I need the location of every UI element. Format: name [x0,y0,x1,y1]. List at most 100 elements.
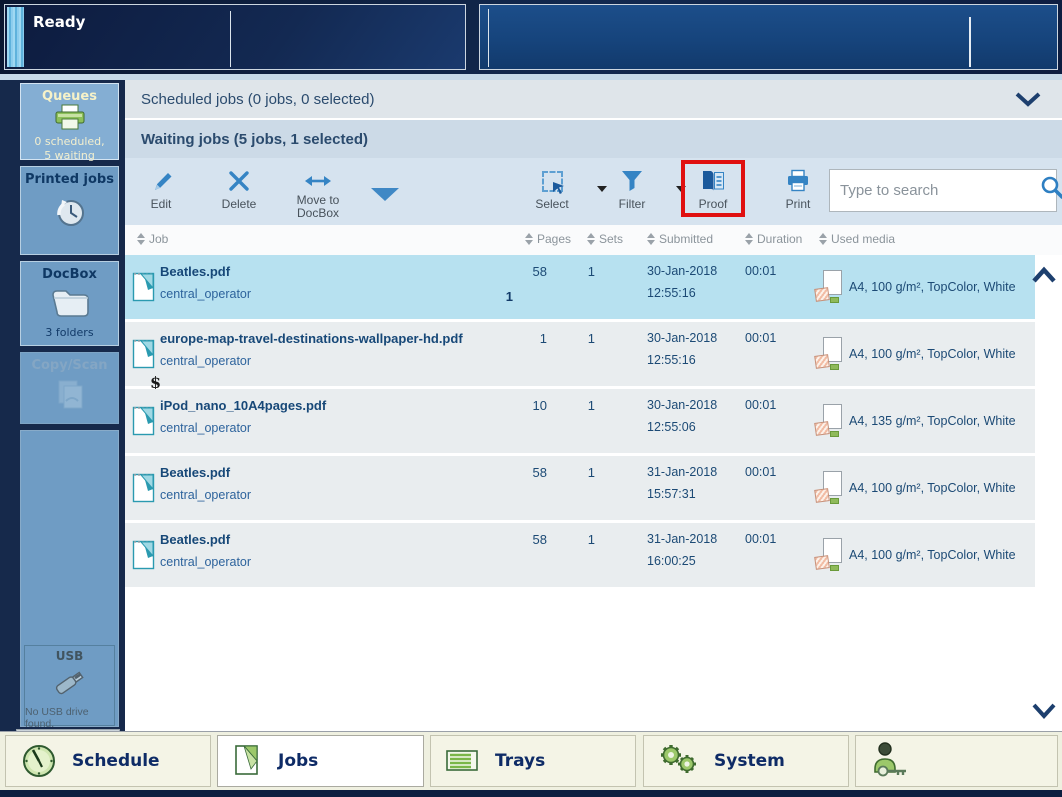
proof-highlight-annotation [681,160,745,217]
tab-login[interactable] [855,735,1058,787]
filter-button[interactable]: Filter [604,168,660,211]
job-document-icon: $ [132,272,155,307]
sidebar-item-printed-jobs[interactable]: Printed jobs [20,166,119,255]
search-input[interactable] [840,182,1039,199]
column-header-sets[interactable]: Sets [587,232,623,246]
column-header-submitted[interactable]: Submitted [647,232,713,246]
sidebar-item-docbox[interactable]: DocBox 3 folders [20,261,119,346]
job-duration: 00:01 [745,264,777,278]
job-pages: 58 [532,532,547,547]
folder-icon [50,286,90,322]
scheduled-jobs-title: Scheduled jobs (0 jobs, 0 selected) [141,90,375,108]
select-label: Select [535,197,569,211]
job-row[interactable]: $ europe-map-travel-destinations-wallpap… [125,322,1035,392]
media-swatch-icon [814,354,830,369]
job-owner: central_operator [160,354,252,368]
sidebar-item-queues[interactable]: Queues 0 scheduled, 5 waiting [20,83,119,162]
job-submitted-date: 30-Jan-2018 [647,331,718,345]
docbox-count: 3 folders [45,326,94,339]
column-header-pages[interactable]: Pages [525,232,571,246]
top-status-bar: Ready [0,0,1062,74]
column-header-used-media[interactable]: Used media [819,232,895,246]
printed-jobs-label: Printed jobs [25,172,114,187]
job-pages: 58 [532,264,547,279]
media-swatch-icon [814,555,830,570]
move-arrows-icon [285,172,351,190]
column-header-job[interactable]: Job [137,232,168,246]
job-owner: central_operator [160,421,252,435]
job-duration: 00:01 [745,398,777,412]
schedule-clock-icon [20,742,58,780]
job-sets: 1 [587,331,595,346]
job-document-icon: $ [132,339,161,392]
usb-label: USB [55,649,84,663]
job-printed-sets: 1 [505,289,513,304]
job-pages: 1 [539,331,547,346]
media-swatch-icon [814,287,830,302]
delete-button[interactable]: Delete [211,168,267,211]
scroll-up-icon[interactable] [1031,266,1057,289]
search-icon[interactable] [1039,175,1062,206]
waiting-jobs-header[interactable]: Waiting jobs (5 jobs, 1 selected) [125,120,1062,158]
job-used-media: A4, 135 g/m², TopColor, White [849,414,1016,428]
job-pages: 58 [532,465,547,480]
jobs-toolbar: Edit Delete Move to DocBox Select Filter… [125,158,1062,225]
media-icon [814,270,842,303]
sort-icon [137,233,145,245]
machine-status-panel: Ready [4,4,466,70]
message-panel [479,4,1058,70]
move-to-docbox-button[interactable]: Move to DocBox [285,172,351,220]
toolbar-expander-triangle[interactable] [371,188,399,201]
docbox-label: DocBox [42,267,97,282]
job-duration: 00:01 [745,465,777,479]
tab-jobs[interactable]: Jobs [217,735,424,787]
jobs-document-icon [232,743,264,779]
message-panel-divider [488,9,489,67]
jobs-label: Jobs [278,751,319,771]
tab-schedule[interactable]: Schedule [5,735,211,787]
tab-trays[interactable]: Trays [430,735,636,787]
sidebar-item-copy-scan: Copy/Scan [20,352,119,424]
media-green-icon [830,498,839,504]
job-submitted-date: 31-Jan-2018 [647,465,718,479]
usb-drive-icon [47,663,93,706]
usb-status-text: No USB drive found. [25,706,89,730]
copy-scan-icon [53,377,87,415]
column-header-duration[interactable]: Duration [745,232,802,246]
media-green-icon [830,364,839,370]
search-box[interactable] [829,169,1062,212]
sort-icon [745,233,753,245]
queues-sidebar: Queues 0 scheduled, 5 waiting Printed jo… [0,80,125,731]
scheduled-jobs-header[interactable]: Scheduled jobs (0 jobs, 0 selected) [125,80,1062,118]
job-owner: central_operator [160,287,252,301]
job-row[interactable]: $ Beatles.pdf central_operator 58 1 31-J… [125,523,1035,587]
chevron-down-icon[interactable] [1014,91,1042,112]
job-owner: central_operator [160,488,252,502]
trays-label: Trays [495,751,546,771]
scroll-down-icon[interactable] [1031,702,1057,725]
media-green-icon [830,297,839,303]
sort-icon [525,233,533,245]
schedule-label: Schedule [72,751,160,771]
sort-icon [819,233,827,245]
sidebar-item-usb: USB No USB drive found. [24,645,115,730]
queues-count-line2: 5 waiting [44,149,95,162]
history-clock-icon [52,195,88,235]
job-row[interactable]: $ Beatles.pdf central_operator 58 1 31-J… [125,456,1035,520]
pencil-icon [133,168,189,194]
job-used-media: A4, 100 g/m², TopColor, White [849,280,1016,294]
job-name: Beatles.pdf [160,264,231,279]
bottom-navigation-bar: Schedule Jobs Trays System [0,731,1062,790]
job-row[interactable]: $ Beatles.pdf central_operator 58 1 1 30… [125,255,1035,319]
trays-icon [445,748,481,774]
job-row[interactable]: $ iPod_nano_10A4pages.pdf central_operat… [125,389,1035,453]
print-button[interactable]: Print [770,168,826,211]
status-stripe-icon [7,7,24,67]
status-panel-divider [230,11,231,67]
job-submitted-time: 12:55:16 [647,353,696,367]
media-icon [814,337,842,370]
job-sets: 1 [587,398,595,413]
tab-system[interactable]: System [643,735,849,787]
edit-button[interactable]: Edit [133,168,189,211]
select-button[interactable]: Select [524,168,580,211]
